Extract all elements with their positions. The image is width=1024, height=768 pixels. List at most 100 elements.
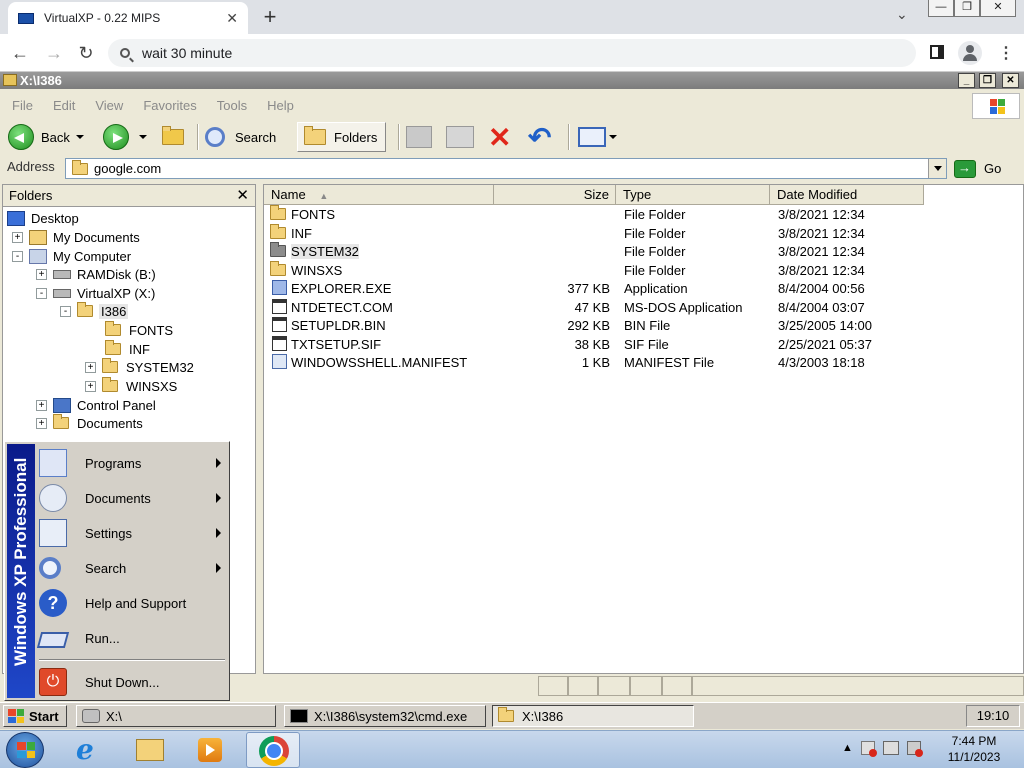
views-icon — [578, 127, 606, 147]
back-arrow-icon[interactable]: ← — [8, 41, 32, 65]
taskbar-button-x-drive[interactable]: X:\ — [76, 705, 276, 727]
tree-item-i386[interactable]: - I386 — [60, 302, 129, 320]
close-pane-icon[interactable]: ✕ — [236, 186, 249, 204]
column-header-type[interactable]: Type — [616, 185, 770, 205]
profile-avatar-icon[interactable] — [958, 41, 982, 65]
file-row[interactable]: WINDOWSSHELL.MANIFEST 1 KB MANIFEST File… — [264, 353, 924, 371]
tree-item-documents[interactable]: + Documents — [36, 414, 143, 432]
forward-dropdown-icon[interactable] — [139, 135, 147, 139]
start-menu-run[interactable]: Run... — [36, 621, 229, 655]
move-to-button[interactable] — [406, 122, 432, 152]
start-menu-help-and-support[interactable]: ? Help and Support — [39, 586, 229, 620]
close-icon[interactable]: ✕ — [1002, 73, 1019, 88]
new-tab-icon[interactable]: + — [258, 4, 282, 30]
column-header-name[interactable]: Name ▲ — [264, 185, 494, 205]
taskbar-button-cmd[interactable]: X:\I386\system32\cmd.exe — [284, 705, 486, 727]
go-button[interactable]: Go — [954, 158, 1001, 179]
start-menu-documents[interactable]: Documents — [39, 481, 229, 515]
tree-item-my-computer[interactable]: - My Computer — [12, 247, 131, 265]
reload-icon[interactable]: ↻ — [74, 41, 98, 65]
start-menu-programs[interactable]: Programs — [39, 446, 229, 480]
minimize-window-icon[interactable]: — — [928, 0, 954, 17]
file-row[interactable]: WINSXS File Folder 3/8/2021 12:34 — [264, 261, 924, 279]
expand-icon[interactable]: + — [12, 231, 23, 243]
forward-button[interactable] — [103, 122, 147, 152]
tree-item-desktop[interactable]: Desktop — [7, 209, 79, 227]
collapse-icon[interactable]: - — [36, 287, 47, 299]
tab-search-chevron-icon[interactable]: ⌄ — [896, 6, 908, 23]
side-panel-icon[interactable] — [930, 45, 944, 59]
undo-button[interactable]: ↶ — [528, 122, 551, 153]
maximize-icon[interactable]: ❐ — [979, 73, 996, 88]
start-menu-shut-down[interactable]: ⏻ Shut Down... — [39, 665, 229, 699]
browser-tab[interactable]: VirtualXP - 0.22 MIPS ✕ — [8, 2, 248, 34]
more-menu-icon[interactable]: ⋮ — [998, 43, 1014, 63]
menu-help[interactable]: Help — [267, 98, 294, 113]
expand-icon[interactable]: + — [85, 380, 96, 392]
pinned-chrome[interactable] — [246, 732, 300, 768]
menu-favorites[interactable]: Favorites — [143, 98, 196, 113]
window-title-bar[interactable]: X:\I386 _ ❐ ✕ — [0, 72, 1024, 89]
tree-item-ramdisk[interactable]: + RAMDisk (B:) — [36, 265, 156, 283]
xp-clock[interactable]: 19:10 — [966, 705, 1020, 727]
action-center-flag-icon[interactable] — [860, 741, 877, 757]
tree-item-virtualxp[interactable]: - VirtualXP (X:) — [36, 284, 155, 302]
tree-item-inf[interactable]: INF — [105, 340, 150, 358]
tree-item-winsxs[interactable]: + WINSXS — [85, 377, 177, 395]
forward-arrow-icon[interactable]: → — [42, 41, 66, 65]
show-hidden-icons-icon[interactable]: ▲ — [842, 742, 853, 754]
address-dropdown-icon[interactable] — [928, 159, 946, 178]
delete-button[interactable]: ✕ — [488, 122, 511, 153]
close-window-icon[interactable]: ✕ — [980, 0, 1016, 17]
start-menu-search[interactable]: Search — [39, 551, 229, 585]
back-dropdown-icon[interactable] — [75, 135, 84, 139]
start-menu-settings[interactable]: Settings — [39, 516, 229, 550]
copy-to-button[interactable] — [446, 122, 474, 152]
search-button[interactable]: Search — [205, 122, 276, 152]
host-clock[interactable]: 7:44 PM 11/1/2023 — [934, 733, 1014, 765]
file-row[interactable]: INF File Folder 3/8/2021 12:34 — [264, 224, 924, 242]
restore-window-icon[interactable]: ❐ — [954, 0, 980, 17]
file-row[interactable]: EXPLORER.EXE 377 KB Application 8/4/2004… — [264, 279, 924, 297]
column-header-date-modified[interactable]: Date Modified — [770, 185, 924, 205]
file-row[interactable]: NTDETECT.COM 47 KB MS-DOS Application 8/… — [264, 298, 924, 316]
up-button[interactable] — [162, 122, 184, 152]
file-row[interactable]: SYSTEM32 File Folder 3/8/2021 12:34 — [264, 242, 924, 260]
address-bar[interactable] — [108, 39, 916, 67]
expand-icon[interactable]: + — [36, 268, 47, 280]
collapse-icon[interactable]: - — [12, 250, 23, 262]
column-header-size[interactable]: Size — [494, 185, 616, 205]
folders-button[interactable]: Folders — [297, 122, 387, 152]
minimize-icon[interactable]: _ — [958, 73, 975, 88]
volume-muted-icon[interactable] — [906, 741, 923, 757]
collapse-icon[interactable]: - — [60, 305, 71, 317]
file-row[interactable]: SETUPLDR.BIN 292 KB BIN File 3/25/2005 1… — [264, 316, 924, 334]
windows-start-orb-icon[interactable] — [6, 732, 44, 768]
expand-icon[interactable]: + — [85, 361, 96, 373]
file-row[interactable]: FONTS File Folder 3/8/2021 12:34 — [264, 205, 924, 223]
back-button[interactable]: Back — [8, 122, 84, 152]
file-date: 2/25/2021 05:37 — [778, 337, 872, 352]
network-icon[interactable] — [882, 741, 899, 755]
address-input[interactable] — [142, 45, 842, 61]
pinned-windows-explorer[interactable] — [122, 732, 176, 768]
menu-tools[interactable]: Tools — [217, 98, 247, 113]
tree-item-fonts[interactable]: FONTS — [105, 321, 173, 339]
expand-icon[interactable]: + — [36, 399, 47, 411]
views-button[interactable] — [578, 122, 617, 152]
pinned-media-player[interactable] — [182, 732, 236, 768]
menu-file[interactable]: File — [12, 98, 33, 113]
tree-item-my-documents[interactable]: + My Documents — [12, 228, 140, 246]
close-tab-icon[interactable]: ✕ — [226, 10, 238, 27]
taskbar-button-i386[interactable]: X:\I386 — [492, 705, 694, 727]
tree-item-system32[interactable]: + SYSTEM32 — [85, 358, 194, 376]
start-button[interactable]: Start — [3, 705, 67, 727]
menu-view[interactable]: View — [95, 98, 123, 113]
expand-icon[interactable]: + — [36, 417, 47, 429]
address-combobox[interactable] — [65, 158, 947, 179]
tree-item-control-panel[interactable]: + Control Panel — [36, 396, 156, 414]
pinned-internet-explorer[interactable]: e — [62, 732, 116, 768]
menu-edit[interactable]: Edit — [53, 98, 75, 113]
address-field[interactable] — [94, 161, 914, 176]
file-row[interactable]: TXTSETUP.SIF 38 KB SIF File 2/25/2021 05… — [264, 335, 924, 353]
